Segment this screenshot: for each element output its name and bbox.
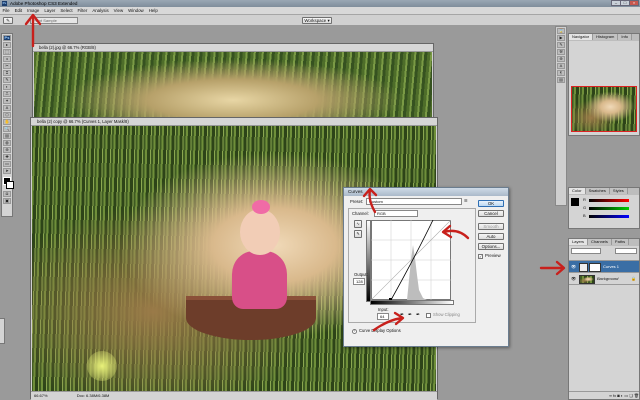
collapsed-panel-edge[interactable] xyxy=(0,318,5,344)
annotation-arrows xyxy=(24,13,566,332)
